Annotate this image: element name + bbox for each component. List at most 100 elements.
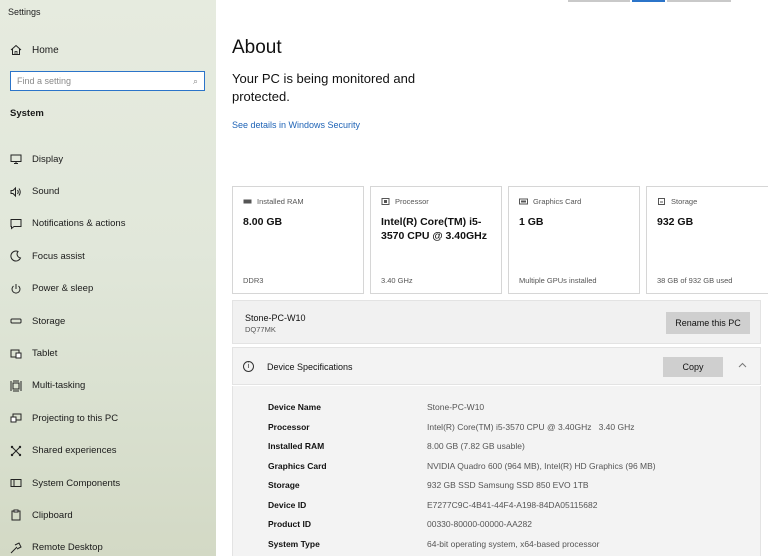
sidebar-item-system-components[interactable]: System Components (10, 467, 125, 499)
chevron-up-icon[interactable] (737, 360, 748, 371)
sidebar: Settings Home ⌕ System Display Sound Not… (0, 0, 216, 556)
sidebar-item-label: Clipboard (32, 509, 73, 521)
spec-key: Device Name (268, 402, 321, 412)
card-value: 932 GB (657, 216, 694, 228)
spec-value: E7277C9C-4B41-44F4-A198-84DA05115682 (427, 499, 598, 510)
protection-status: Your PC is being monitored and protected… (232, 71, 416, 104)
sidebar-item-label: Multi-tasking (32, 380, 86, 392)
tablet-icon (10, 348, 32, 360)
title-bar-control (568, 0, 630, 2)
spec-value: NVIDIA Quadro 600 (964 MB), Intel(R) HD … (427, 460, 656, 471)
sidebar-item-shared-experiences[interactable]: Shared experiences (10, 435, 125, 467)
sidebar-item-label: Focus assist (32, 250, 85, 262)
title-bar-control (667, 0, 731, 2)
card-value: 1 GB (519, 216, 544, 228)
home-icon (10, 44, 32, 56)
sidebar-item-label: System Components (32, 477, 121, 489)
sidebar-item-display[interactable]: Display (10, 143, 125, 175)
rename-pc-button[interactable]: Rename this PC (666, 312, 750, 334)
pc-name: Stone-PC-W10 (245, 313, 306, 323)
device-specifications: Device Name Stone-PC-W10 Processor Intel… (232, 386, 761, 556)
sidebar-item-clipboard[interactable]: Clipboard (10, 499, 125, 531)
spec-key: System Type (268, 538, 320, 549)
spec-row: Device ID E7277C9C-4B41-44F4-A198-84DA05… (233, 500, 760, 514)
pc-name-panel: Stone-PC-W10 DQ77MK Rename this PC (232, 300, 761, 344)
card-foot: 3.40 GHz (381, 276, 413, 285)
sidebar-item-multitasking[interactable]: Multi-tasking (10, 370, 125, 402)
search-box[interactable]: ⌕ (10, 71, 205, 91)
sidebar-item-label: Tablet (32, 348, 58, 360)
spec-key: Product ID (268, 519, 311, 529)
sidebar-nav: Display Sound Notifications & actions Fo… (10, 143, 125, 556)
spec-row: Device Name Stone-PC-W10 (233, 402, 760, 416)
spec-value: 932 GB SSD Samsung SSD 850 EVO 1TB (427, 480, 589, 490)
card-label: Processor (395, 197, 429, 206)
storage-drive-icon (657, 198, 666, 205)
spec-key: Device ID (268, 499, 307, 510)
sidebar-item-focus-assist[interactable]: Focus assist (10, 240, 125, 272)
spec-key: Processor (268, 421, 310, 432)
sidebar-item-notifications[interactable]: Notifications & actions (10, 208, 125, 240)
sidebar-item-label: Shared experiences (32, 445, 117, 457)
sidebar-item-label: Notifications & actions (32, 218, 126, 230)
spec-row: Processor Intel(R) Core(TM) i5-3570 CPU … (233, 422, 760, 436)
card-foot: 38 GB of 932 GB used (657, 276, 733, 285)
spec-value: Intel(R) Core(TM) i5-3570 CPU @ 3.40GHz … (427, 421, 635, 432)
sidebar-item-label: Remote Desktop (32, 542, 103, 554)
sidebar-item-label: Projecting to this PC (32, 412, 119, 424)
sidebar-item-label: Storage (32, 315, 66, 327)
sidebar-item-power-sleep[interactable]: Power & sleep (10, 273, 125, 305)
pc-model: DQ77MK (245, 325, 276, 334)
power-icon (10, 283, 32, 295)
display-icon (10, 153, 32, 165)
sidebar-item-label: Display (32, 153, 64, 165)
sidebar-item-home[interactable]: Home (10, 42, 59, 58)
sidebar-item-sound[interactable]: Sound (10, 175, 125, 207)
remote-desktop-icon (10, 542, 32, 554)
sidebar-item-remote-desktop[interactable]: Remote Desktop (10, 532, 125, 556)
card-value: Intel(R) Core(TM) i5-3570 CPU @ 3.40GHz (381, 216, 487, 242)
device-specifications-header[interactable]: i Device Specifications Copy (232, 347, 761, 385)
card-foot: Multiple GPUs installed (519, 276, 597, 285)
card-label: Installed RAM (257, 197, 304, 206)
main-content: About Your PC is being monitored and pro… (216, 0, 768, 556)
notifications-icon (10, 218, 32, 230)
card-graphics: Graphics Card 1 GB Multiple GPUs install… (508, 186, 640, 294)
sidebar-item-tablet[interactable]: Tablet (10, 337, 125, 369)
spec-value: Stone-PC-W10 (427, 402, 485, 412)
spec-value: 8.00 GB (7.82 GB usable) (427, 441, 525, 451)
sidebar-item-label: Sound (32, 186, 60, 198)
spec-title: Device Specifications (267, 362, 353, 372)
system-components-icon (10, 477, 32, 489)
spec-key: Installed RAM (268, 441, 325, 451)
sound-icon (10, 186, 32, 198)
spec-row: Product ID 00330-80000-00000-AA282 (233, 519, 760, 533)
windows-security-link[interactable]: See details in Windows Security (232, 120, 360, 130)
title-bar-control (632, 0, 665, 2)
projecting-icon (10, 412, 32, 424)
sidebar-item-label: Power & sleep (32, 283, 94, 295)
card-storage: Storage 932 GB 38 GB of 932 GB used (646, 186, 768, 294)
search-input[interactable] (17, 76, 193, 86)
card-installed-ram: Installed RAM 8.00 GB DDR3 (232, 186, 364, 294)
ram-icon (243, 198, 252, 205)
copy-button[interactable]: Copy (663, 357, 723, 377)
app-title: Settings (8, 7, 41, 17)
sidebar-item-label: Home (32, 44, 59, 56)
spec-row: Graphics Card NVIDIA Quadro 600 (964 MB)… (233, 461, 760, 475)
shared-experiences-icon (10, 445, 32, 457)
search-icon[interactable]: ⌕ (193, 76, 198, 87)
graphics-card-icon (519, 198, 528, 205)
info-icon: i (243, 361, 254, 372)
page-title: About (232, 37, 282, 58)
spec-key: Graphics Card (268, 460, 327, 471)
spec-value: 64-bit operating system, x64-based proce… (427, 538, 600, 549)
spec-row: Storage 932 GB SSD Samsung SSD 850 EVO 1… (233, 480, 760, 494)
multitasking-icon (10, 380, 32, 392)
card-label: Storage (671, 197, 698, 206)
sidebar-item-projecting[interactable]: Projecting to this PC (10, 402, 125, 434)
card-foot: DDR3 (243, 276, 264, 285)
card-label: Graphics Card (533, 197, 582, 206)
card-processor: Processor Intel(R) Core(TM) i5-3570 CPU … (370, 186, 502, 294)
sidebar-item-storage[interactable]: Storage (10, 305, 125, 337)
